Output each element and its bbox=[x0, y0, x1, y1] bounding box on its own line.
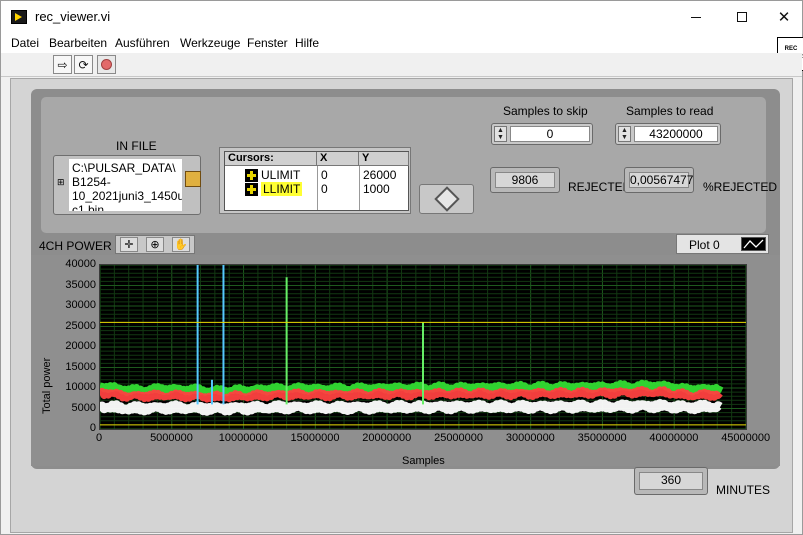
y-tick-label: 30000 bbox=[65, 299, 96, 311]
spin-arrows-icon[interactable]: ▲ ▼ bbox=[494, 126, 507, 142]
plot-legend[interactable]: Plot 0 bbox=[676, 234, 769, 254]
x-tick-label: 25000000 bbox=[434, 432, 484, 444]
column-divider bbox=[317, 166, 318, 210]
menu-ausfuehren[interactable]: Ausführen bbox=[115, 36, 170, 50]
cursor-move-pad[interactable] bbox=[419, 184, 474, 214]
pan-hand-icon[interactable]: ✋ bbox=[172, 237, 190, 252]
in-file-path[interactable]: C:\PULSAR_DATA\ B1254- 10_2021juni3_1450… bbox=[69, 159, 182, 211]
menu-bar: Datei Bearbeiten Ausführen Werkzeuge Fen… bbox=[1, 33, 802, 53]
x-tick-label: 40000000 bbox=[649, 432, 699, 444]
stop-icon bbox=[101, 59, 112, 70]
diamond-icon bbox=[433, 186, 460, 212]
x-tick-label: 30000000 bbox=[505, 432, 555, 444]
pct-rejected-value: 0,00567477 bbox=[629, 172, 694, 188]
plot-line-icon bbox=[741, 237, 766, 251]
spin-arrows-icon[interactable]: ▲ ▼ bbox=[618, 126, 631, 142]
abort-button[interactable] bbox=[97, 55, 116, 74]
rejected-indicator: 9806 bbox=[490, 167, 560, 193]
y-axis-label: Total power bbox=[41, 357, 53, 414]
labview-window: rec_viewer.vi ✕ Datei Bearbeiten Ausführ… bbox=[0, 0, 803, 535]
menu-datei[interactable]: Datei bbox=[11, 36, 39, 50]
samples-to-read-control: ▲ ▼ 43200000 bbox=[615, 123, 721, 145]
x-tick-label: 5000000 bbox=[150, 432, 193, 444]
minutes-indicator: 360 bbox=[634, 467, 708, 495]
zoom-tool-icon[interactable]: ⊕ bbox=[146, 237, 164, 252]
cursor-crosshair-icon bbox=[245, 169, 258, 182]
cursor-x-ulimit: 0 bbox=[321, 168, 328, 182]
cursor-y-llimit: 1000 bbox=[363, 182, 390, 196]
run-continuous-icon: ⟳ bbox=[78, 57, 89, 72]
maximize-icon bbox=[737, 12, 747, 22]
run-button[interactable]: ⇨ bbox=[53, 55, 72, 74]
samples-to-read-input[interactable]: 43200000 bbox=[634, 126, 718, 142]
cursor-header-x: X bbox=[317, 152, 359, 166]
cursor-name-llimit: LLIMIT bbox=[261, 182, 303, 196]
cursor-tool-icon[interactable]: ✛ bbox=[120, 237, 138, 252]
front-panel: IN FILE ⊞ C:\PULSAR_DATA\ B1254- 10_2021… bbox=[10, 78, 793, 533]
cursor-name-ulimit: ULIMIT bbox=[261, 168, 301, 182]
minimize-button[interactable] bbox=[673, 1, 719, 33]
plot-area[interactable] bbox=[96, 264, 747, 430]
x-tick-label: 15000000 bbox=[290, 432, 340, 444]
graph-palette: ✛ ⊕ ✋ bbox=[115, 235, 195, 254]
pct-rejected-indicator: 0,00567477 bbox=[624, 167, 694, 193]
title-bar: rec_viewer.vi ✕ bbox=[1, 1, 802, 33]
y-tick-label: 10000 bbox=[65, 381, 96, 393]
window-title: rec_viewer.vi bbox=[35, 9, 111, 24]
y-tick-label: 20000 bbox=[65, 340, 96, 352]
samples-to-read-label: Samples to read bbox=[626, 104, 714, 118]
run-continuously-button[interactable]: ⟳ bbox=[74, 55, 93, 74]
cursor-header-name: Cursors: bbox=[225, 152, 317, 166]
cursor-table[interactable]: Cursors: X Y ULIMIT 0 26000 LLIMIT 0 100… bbox=[224, 151, 409, 211]
y-tick-label: 40000 bbox=[65, 258, 96, 270]
close-icon: ✕ bbox=[777, 9, 791, 26]
column-divider bbox=[359, 166, 360, 210]
maximize-button[interactable] bbox=[719, 1, 765, 33]
arrow-right-icon: ⇨ bbox=[57, 57, 68, 72]
samples-to-skip-control: ▲ ▼ 0 bbox=[491, 123, 593, 145]
browse-folder-button[interactable] bbox=[185, 171, 201, 187]
cursor-y-ulimit: 26000 bbox=[363, 168, 397, 182]
toolbar: ⇨ ⟳ bbox=[1, 53, 802, 77]
y-tick-label: 0 bbox=[89, 422, 96, 434]
x-axis-label: Samples bbox=[402, 455, 445, 467]
x-tick-label: 35000000 bbox=[577, 432, 627, 444]
minutes-label: MINUTES bbox=[716, 483, 770, 497]
x-tick-label: 10000000 bbox=[218, 432, 268, 444]
x-tick-label: 45000000 bbox=[721, 432, 771, 444]
cursor-x-llimit: 0 bbox=[321, 182, 328, 196]
minutes-value: 360 bbox=[639, 472, 703, 490]
minimize-icon bbox=[691, 16, 701, 18]
menu-hilfe[interactable]: Hilfe bbox=[295, 36, 319, 50]
series-line bbox=[96, 399, 723, 416]
chart-svg bbox=[96, 264, 747, 430]
cursor-header-y: Y bbox=[359, 152, 409, 166]
labview-app-icon bbox=[11, 10, 27, 24]
samples-to-skip-label: Samples to skip bbox=[503, 104, 588, 118]
pct-rejected-label: %REJECTED bbox=[703, 180, 778, 194]
x-tick-label: 0 bbox=[96, 432, 103, 444]
rejected-label: REJECTED bbox=[568, 180, 632, 194]
in-file-label: IN FILE bbox=[116, 139, 157, 153]
rejected-value: 9806 bbox=[495, 172, 555, 188]
menu-fenster[interactable]: Fenster bbox=[247, 36, 288, 50]
menu-bearbeiten[interactable]: Bearbeiten bbox=[49, 36, 107, 50]
x-tick-label: 20000000 bbox=[362, 432, 412, 444]
path-icon: ⊞ bbox=[57, 177, 65, 187]
cursor-crosshair-icon bbox=[245, 183, 258, 196]
samples-to-skip-input[interactable]: 0 bbox=[510, 126, 590, 142]
y-tick-label: 35000 bbox=[65, 278, 96, 291]
y-tick-label: 5000 bbox=[71, 401, 96, 414]
y-tick-label: 15000 bbox=[65, 360, 96, 373]
graph-label: 4CH POWER bbox=[39, 239, 112, 253]
plot-legend-label: Plot 0 bbox=[689, 238, 720, 252]
menu-werkzeuge[interactable]: Werkzeuge bbox=[180, 36, 240, 50]
y-tick-label: 25000 bbox=[65, 319, 96, 332]
close-button[interactable]: ✕ bbox=[761, 1, 803, 33]
